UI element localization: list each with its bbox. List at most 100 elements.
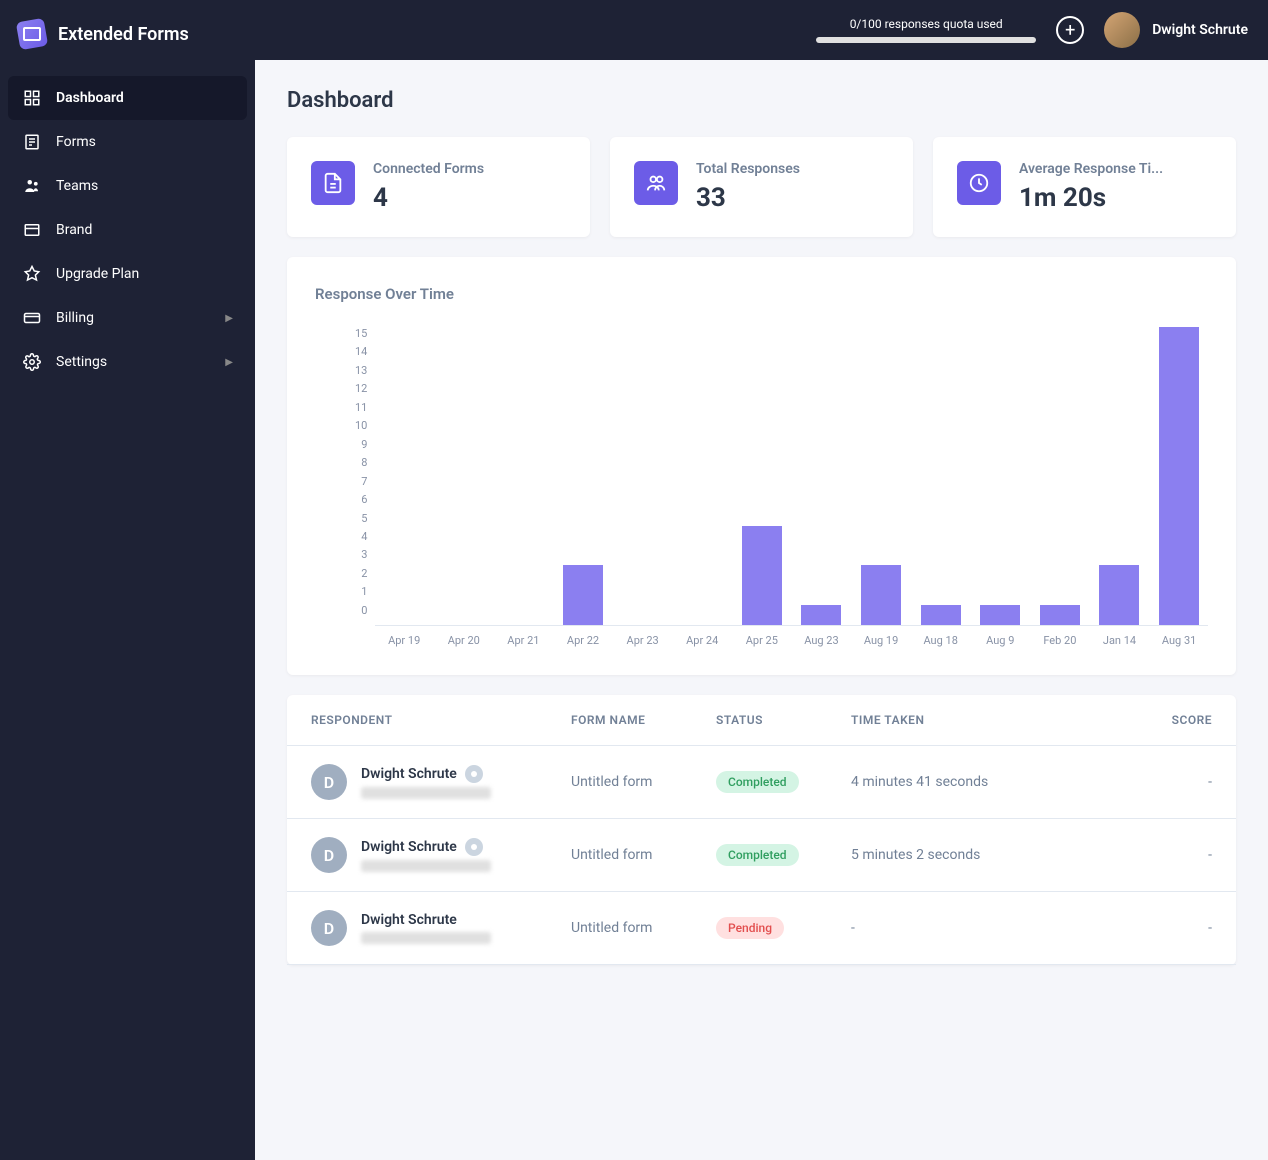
chart-x-tick: Apr 21 <box>503 634 545 647</box>
sidebar-item-label: Billing <box>56 310 94 326</box>
settings-icon <box>22 352 42 372</box>
chart-x-tick: Jan 14 <box>1099 634 1141 647</box>
main: 0/100 responses quota used + Dwight Schr… <box>255 0 1268 1160</box>
chart-bar-rect <box>1099 565 1139 625</box>
cell-score: - <box>1056 847 1212 863</box>
stat-label: Connected Forms <box>373 161 566 177</box>
chart-bar <box>503 327 545 625</box>
chart-bar-rect <box>861 565 901 625</box>
user-name: Dwight Schrute <box>1152 22 1248 38</box>
chart-area: 1514131211109876543210 Apr 19Apr 20Apr 2… <box>315 327 1208 647</box>
sidebar-item-dashboard[interactable]: Dashboard <box>8 76 247 120</box>
table-row[interactable]: D Dwight Schrute Untitled form Completed… <box>287 746 1236 819</box>
chart-bar <box>443 327 485 625</box>
chart-y-tick: 9 <box>355 438 367 451</box>
chart-y-tick: 2 <box>355 567 367 580</box>
chart-y-tick: 5 <box>355 512 367 525</box>
chart-x-tick: Apr 24 <box>681 634 723 647</box>
stat-value: 1m 20s <box>1019 183 1212 213</box>
forms-icon <box>22 132 42 152</box>
chart-bar <box>1158 327 1200 625</box>
respondent-email <box>361 932 491 944</box>
stat-card: Connected Forms 4 <box>287 137 590 237</box>
add-button[interactable]: + <box>1056 16 1084 44</box>
chart-bar <box>920 327 962 625</box>
sidebar-item-label: Brand <box>56 222 92 238</box>
col-header-status: STATUS <box>716 713 851 727</box>
nav-list: DashboardFormsTeams Brand Upgrade Plan Bill… <box>0 68 255 392</box>
sidebar-item-forms[interactable]: Forms <box>8 120 247 164</box>
chart-x-axis: Apr 19Apr 20Apr 21Apr 22Apr 23Apr 24Apr … <box>375 626 1208 647</box>
stat-value: 4 <box>373 183 566 213</box>
stat-card: Total Responses33 <box>610 137 913 237</box>
chart-x-tick: Aug 18 <box>920 634 962 647</box>
dashboard-icon <box>22 88 42 108</box>
chart-bar-rect <box>980 605 1020 625</box>
respondent-name: Dwight Schrute <box>361 765 491 783</box>
status-badge: Completed <box>716 844 799 866</box>
logo-icon <box>16 18 48 50</box>
content: Dashboard Connected Forms 4 Total Response… <box>255 60 1268 1160</box>
stat-value: 33 <box>696 183 889 213</box>
chevron-right-icon: ▶ <box>225 313 233 324</box>
quota-text: 0/100 responses quota used <box>850 17 1003 31</box>
chart-bar <box>1099 327 1141 625</box>
respondent-email <box>361 787 491 799</box>
table-row[interactable]: D Dwight Schrute Untitled form Completed… <box>287 819 1236 892</box>
table-body: D Dwight Schrute Untitled form Completed… <box>287 746 1236 965</box>
teams-icon <box>22 176 42 196</box>
chevron-right-icon: ▶ <box>225 357 233 368</box>
chart-x-tick: Aug 23 <box>801 634 843 647</box>
users-icon <box>634 161 678 205</box>
user-menu[interactable]: Dwight Schrute <box>1104 12 1248 48</box>
chart-y-tick: 10 <box>355 419 367 432</box>
chart-x-tick: Aug 31 <box>1158 634 1200 647</box>
sidebar-item-upgrade[interactable]: Upgrade Plan <box>8 252 247 296</box>
chart-bar-rect <box>1040 605 1080 625</box>
chart-y-tick: 7 <box>355 475 367 488</box>
chart-bar <box>979 327 1021 625</box>
header: 0/100 responses quota used + Dwight Schr… <box>255 0 1268 60</box>
respondent-name: Dwight Schrute <box>361 912 491 928</box>
sidebar-item-brand[interactable]: Brand <box>8 208 247 252</box>
chart-x-tick: Aug 19 <box>860 634 902 647</box>
user-avatar <box>1104 12 1140 48</box>
cell-score: - <box>1056 920 1212 936</box>
chart-bar-rect <box>742 526 782 625</box>
sidebar-item-settings[interactable]: Settings▶ <box>8 340 247 384</box>
chart-bar <box>562 327 604 625</box>
brand-logo[interactable]: Extended Forms <box>0 0 255 68</box>
chart-card: Response Over Time 151413121110987654321… <box>287 257 1236 675</box>
cell-form-name: Untitled form <box>571 774 716 790</box>
cell-status: Pending <box>716 917 851 939</box>
sidebar-item-label: Upgrade Plan <box>56 266 139 282</box>
clock-icon <box>957 161 1001 205</box>
sidebar-item-billing[interactable]: Billing ▶ <box>8 296 247 340</box>
responses-table: RESPONDENT FORM NAME STATUS TIME TAKEN S… <box>287 695 1236 965</box>
cell-time-taken: 4 minutes 41 seconds <box>851 774 1056 790</box>
cell-time-taken: 5 minutes 2 seconds <box>851 847 1056 863</box>
chart-bars <box>375 327 1208 626</box>
upgrade-icon <box>22 264 42 284</box>
chart-bar-rect <box>563 565 603 625</box>
chart-bar <box>383 327 425 625</box>
eye-icon <box>465 765 483 783</box>
table-header: RESPONDENT FORM NAME STATUS TIME TAKEN S… <box>287 695 1236 746</box>
cell-time-taken: - <box>851 920 1056 936</box>
chart-x-tick: Feb 20 <box>1039 634 1081 647</box>
chart-y-tick: 3 <box>355 548 367 561</box>
sidebar-item-teams[interactable]: Teams <box>8 164 247 208</box>
quota-section: 0/100 responses quota used <box>816 17 1036 43</box>
chart-plot: Apr 19Apr 20Apr 21Apr 22Apr 23Apr 24Apr … <box>375 327 1208 647</box>
chart-bar <box>801 327 843 625</box>
cell-status: Completed <box>716 771 851 793</box>
file-icon <box>311 161 355 205</box>
chart-x-tick: Apr 19 <box>383 634 425 647</box>
chart-y-tick: 4 <box>355 530 367 543</box>
chart-x-tick: Apr 23 <box>622 634 664 647</box>
chart-y-tick: 1 <box>355 585 367 598</box>
chart-x-tick: Aug 9 <box>979 634 1021 647</box>
page-title: Dashboard <box>287 88 1236 113</box>
stats-row: Connected Forms4Total Responses33Average… <box>287 137 1236 237</box>
table-row[interactable]: D Dwight Schrute Untitled form Pending -… <box>287 892 1236 965</box>
